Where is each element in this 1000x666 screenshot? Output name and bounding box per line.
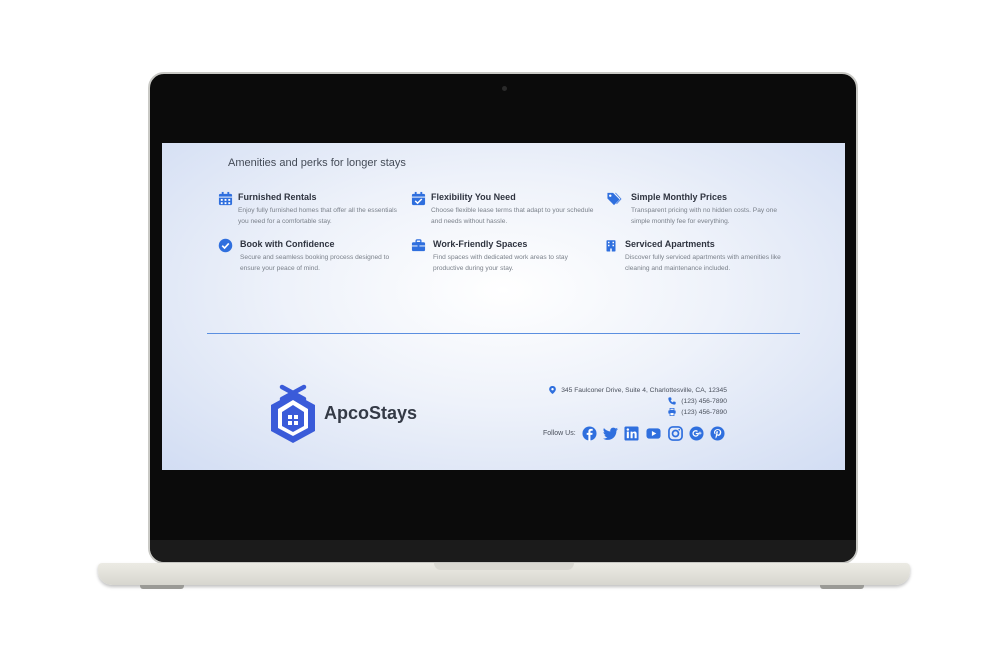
follow-label: Follow Us:: [543, 430, 576, 437]
check-circle-icon: [218, 238, 233, 253]
feature-description: Enjoy fully furnished homes that offer a…: [238, 207, 397, 225]
calendar-check-icon: [411, 191, 426, 206]
calendar-icon: [218, 191, 233, 206]
feature-description: Secure and seamless booking process desi…: [240, 254, 390, 272]
bezel-bottom: [150, 540, 856, 562]
feature-title: Flexibility You Need: [431, 192, 516, 202]
feature-description: Discover fully serviced apartments with …: [625, 254, 781, 272]
phone-line[interactable]: (123) 456-7890: [668, 397, 727, 405]
feature-title: Book with Confidence: [240, 239, 335, 249]
facebook-icon[interactable]: [582, 426, 597, 441]
pinterest-icon[interactable]: [710, 426, 725, 441]
fax-text[interactable]: (123) 456-7890: [681, 409, 727, 416]
section-divider: [207, 333, 800, 334]
screen: Amenities and perks for longer stays Fur…: [162, 143, 845, 470]
section-title: Amenities and perks for longer stays: [228, 157, 406, 169]
trackpad-notch: [434, 563, 574, 570]
address-text: 345 Faulconer Drive, Suite 4, Charlottes…: [561, 386, 727, 394]
feature-title: Simple Monthly Prices: [631, 192, 728, 202]
feature-title: Work-Friendly Spaces: [433, 239, 528, 249]
fax-printer-icon: [668, 408, 676, 416]
social-links: Follow Us:: [543, 426, 731, 441]
phone-icon: [668, 397, 676, 405]
feature-description: Find spaces with dedicated work areas to…: [433, 254, 568, 272]
laptop-foot-left: [140, 585, 184, 589]
fax-line[interactable]: (123) 456-7890: [668, 408, 727, 416]
laptop-base: [98, 563, 910, 585]
youtube-icon[interactable]: [645, 426, 662, 441]
feature-title: Serviced Apartments: [625, 239, 715, 249]
google-plus-icon[interactable]: [689, 426, 704, 441]
apcostays-logo-icon[interactable]: [268, 383, 318, 445]
linkedin-icon[interactable]: [624, 426, 639, 441]
laptop-foot-right: [820, 585, 864, 589]
tags-icon: [607, 192, 622, 206]
phone-text[interactable]: (123) 456-7890: [681, 398, 727, 405]
address-line: 345 Faulconer Drive, Suite 4, Charlottes…: [549, 386, 727, 394]
webcam: [502, 86, 507, 91]
brand-name[interactable]: ApcoStays: [324, 403, 417, 424]
building-icon: [606, 240, 616, 252]
feature-title: Furnished Rentals: [238, 192, 317, 202]
instagram-icon[interactable]: [667, 426, 683, 441]
twitter-icon[interactable]: [602, 426, 618, 441]
feature-description: Choose flexible lease terms that adapt t…: [431, 207, 594, 225]
briefcase-icon: [411, 239, 426, 252]
feature-description: Transparent pricing with no hidden costs…: [631, 207, 777, 225]
map-pin-icon: [549, 386, 557, 394]
